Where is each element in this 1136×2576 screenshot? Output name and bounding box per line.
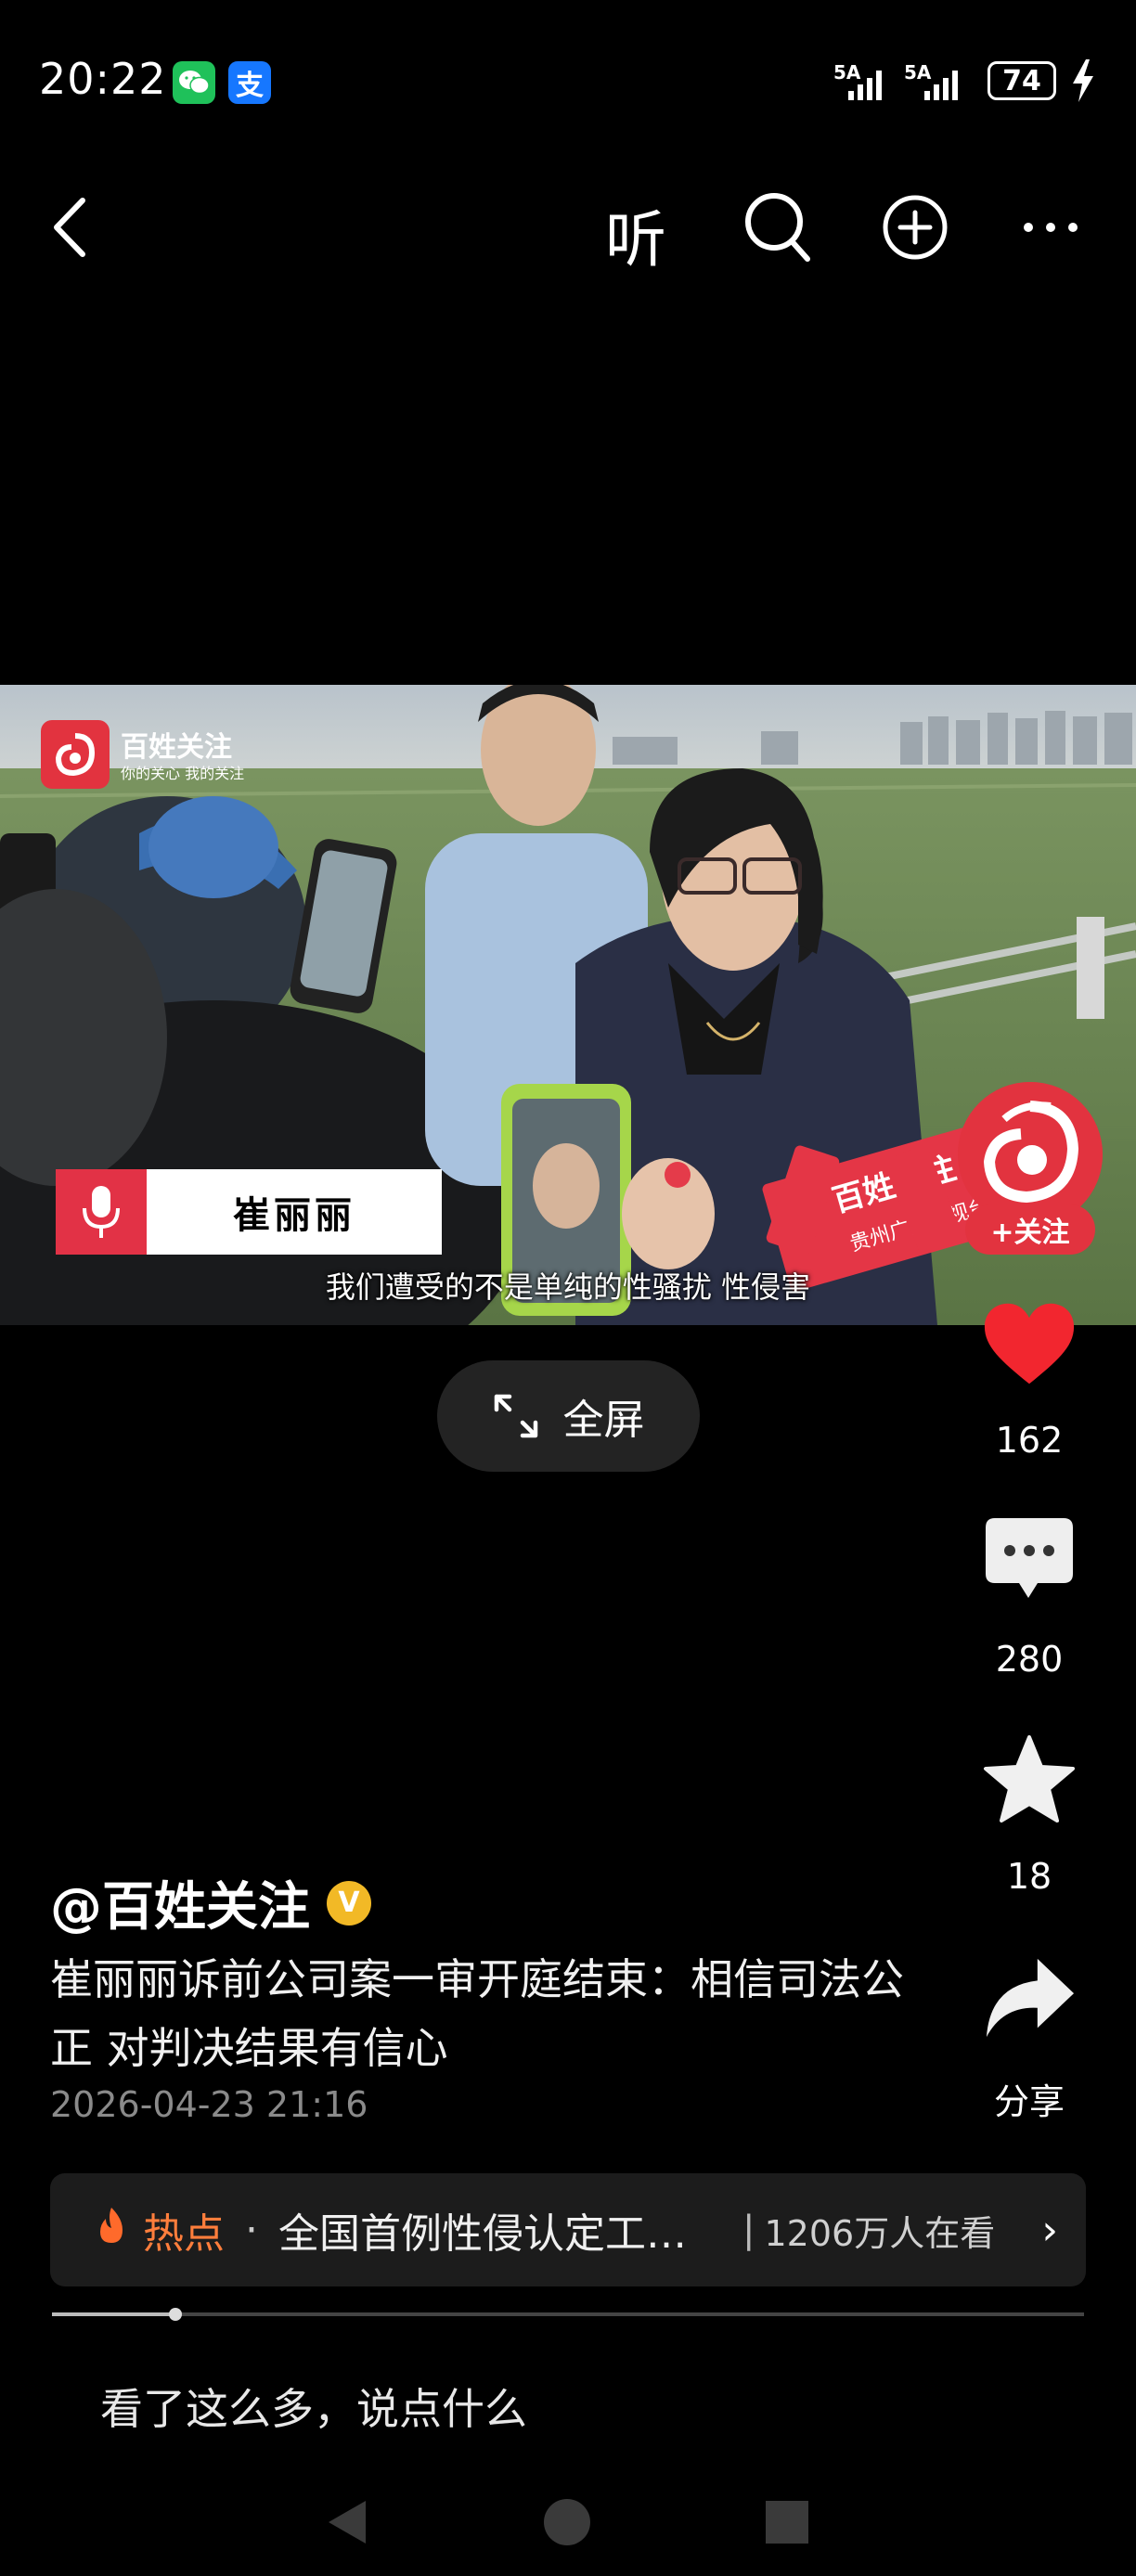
hot-separator: | [742,2209,755,2251]
system-back-button[interactable] [321,2496,373,2548]
comment-count: 280 [995,1639,1064,1680]
post-date: 2026-04-23 21:16 [50,2084,368,2125]
speaker-name: 崔丽丽 [233,1194,355,1237]
charging-icon [1071,59,1095,106]
fullscreen-button[interactable]: 全屏 [437,1360,700,1472]
wechat-icon [173,61,215,104]
hot-topic-bar[interactable]: 热点 · 全国首例性侵认定工… | 1206万人在看 › [50,2173,1086,2286]
hot-viewer-count: 1206万人在看 [764,2212,996,2254]
comment-icon [986,1518,1073,1598]
video-subtitle: 我们遭受的不是单纯的性骚扰 性侵害 [325,1269,811,1305]
watermark-title: 百姓关注 [121,731,232,764]
video-progress-handle[interactable] [169,2308,182,2321]
fullscreen-label: 全屏 [562,1397,645,1444]
author-handle[interactable]: @百姓关注 V [50,1865,371,1940]
video-progress-track[interactable] [52,2312,1084,2316]
verified-badge-icon: V [327,1880,371,1926]
add-circle-icon [883,195,948,260]
add-button[interactable] [880,186,950,269]
star-icon [984,1735,1075,1823]
share-arrow-icon [986,1958,1075,2038]
heart-icon [984,1303,1075,1385]
like-count: 162 [995,1420,1064,1461]
hot-topic-title: 全国首例性侵认定工… [278,2210,687,2258]
share-label: 分享 [993,2081,1065,2122]
system-recents-button[interactable] [761,2496,813,2548]
back-button[interactable] [37,186,102,269]
signal-2-icon: 5A [904,58,978,104]
expand-icon [494,1394,537,1438]
microphone-icon [56,1169,147,1255]
share-button[interactable] [983,1951,1076,2043]
follow-button[interactable]: +关注 [965,1204,1095,1255]
back-arrow-icon [54,198,85,257]
comment-input[interactable]: 看了这么多，说点什么 [100,2376,527,2437]
watermark-logo-icon [41,720,110,789]
battery-icon: 74 [988,61,1056,100]
hot-label: 热点 [143,2210,225,2258]
triangle-back-icon [329,2501,366,2544]
chevron-right-icon: › [1041,2206,1058,2254]
favorite-button[interactable] [983,1733,1076,1826]
status-time: 20:22 [39,54,167,104]
speaker-name-tag: 崔丽丽 [56,1169,442,1255]
hot-dot: · [245,2206,258,2254]
like-button[interactable] [983,1297,1076,1390]
more-icon [1024,223,1078,232]
listen-button[interactable]: 听 [605,190,666,279]
flame-icon [95,2206,128,2254]
comment-button[interactable] [983,1513,1076,1605]
circle-home-icon [544,2499,590,2545]
watermark-slogan: 你的关心 我的关注 [121,765,245,782]
more-button[interactable] [1021,186,1080,269]
favorite-count: 18 [1006,1856,1052,1897]
square-recents-icon [766,2501,808,2544]
video-progress-fill [52,2312,175,2316]
search-icon [745,193,810,262]
system-home-button[interactable] [541,2496,593,2548]
post-description[interactable]: 崔丽丽诉前公司案一审开庭结束：相信司法公正 对判决结果有信心 [50,1945,923,2082]
search-button[interactable] [741,186,815,269]
alipay-icon: 支 [228,61,271,104]
author-name[interactable]: @百姓关注 [50,1865,310,1940]
signal-1-icon: 5A [833,58,893,104]
